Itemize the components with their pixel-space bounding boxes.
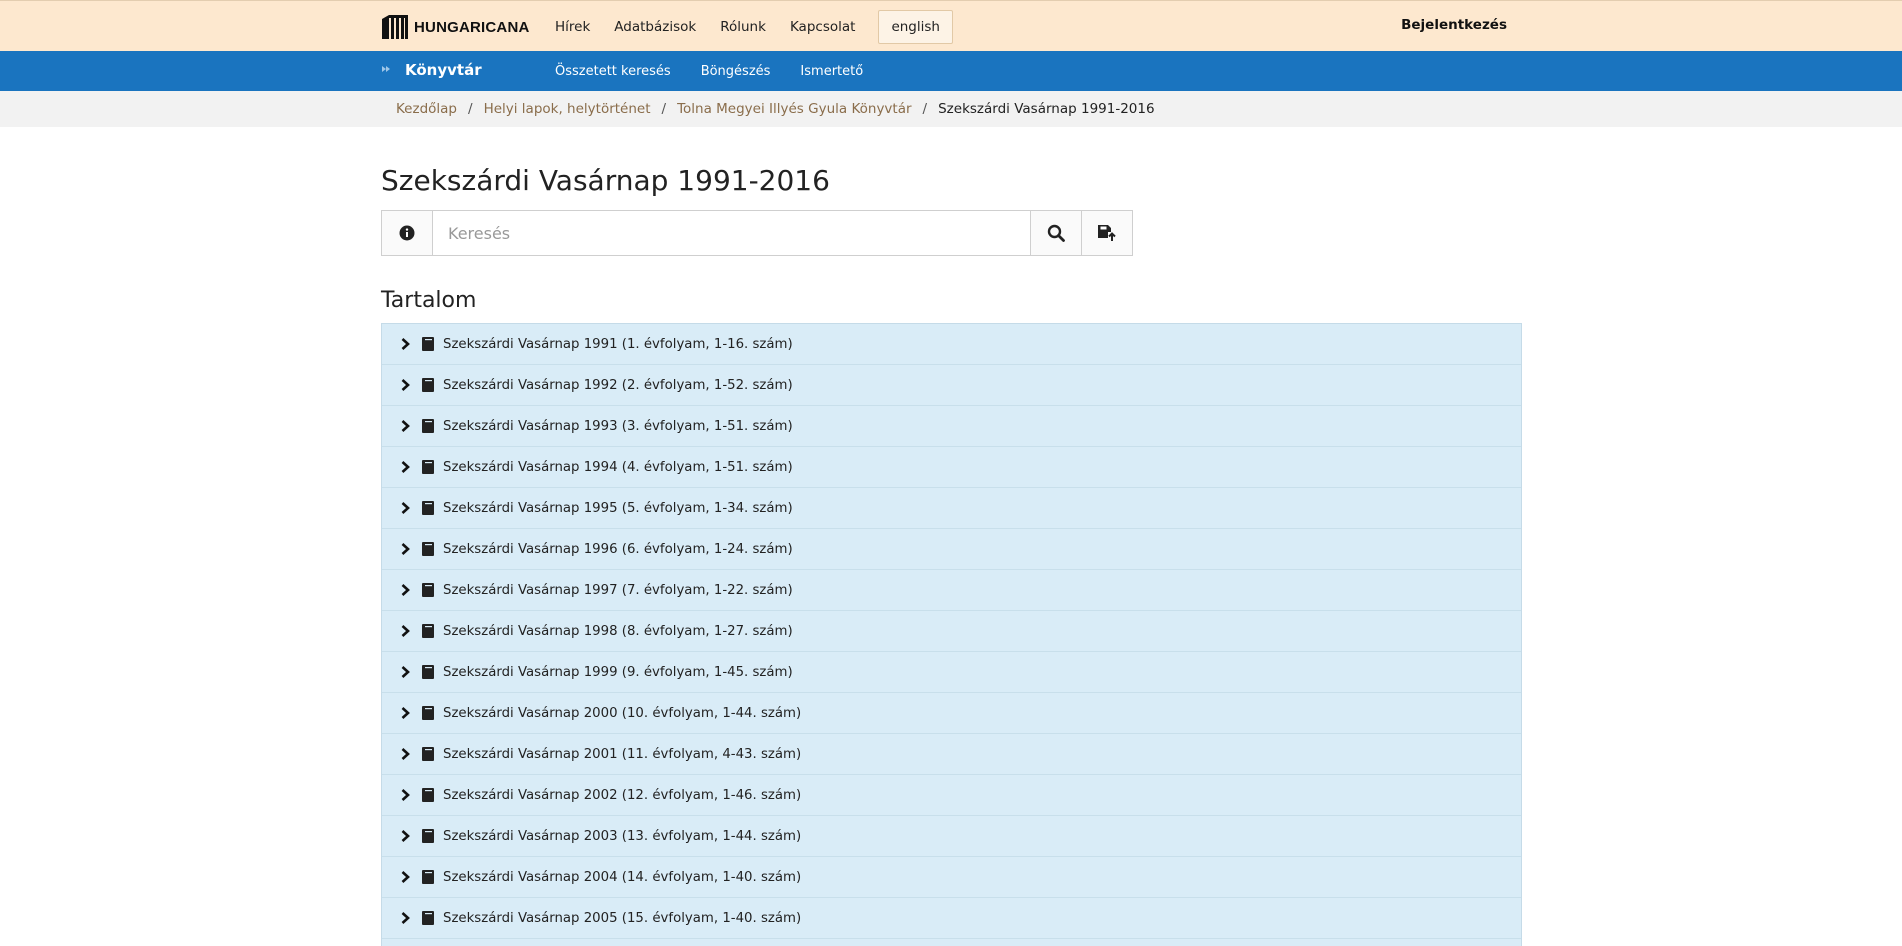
search-bar — [381, 210, 1133, 256]
search-input[interactable] — [433, 211, 1030, 255]
book-icon — [422, 542, 434, 556]
top-header: HUNGARICANA Hírek Adatbázisok Rólunk Kap… — [0, 0, 1902, 51]
chevron-right-icon[interactable] — [401, 870, 412, 884]
chevron-right-icon[interactable] — [401, 583, 412, 597]
content-list: Szekszárdi Vasárnap 1991 (1. évfolyam, 1… — [381, 323, 1522, 946]
book-icon — [422, 419, 434, 433]
breadcrumb-home[interactable]: Kezdőlap — [396, 101, 457, 117]
chevron-right-icon[interactable] — [401, 829, 412, 843]
chevron-right-icon[interactable] — [401, 419, 412, 433]
list-item-label[interactable]: Szekszárdi Vasárnap 1993 (3. évfolyam, 1… — [443, 419, 793, 434]
book-icon — [422, 870, 434, 884]
book-icon — [422, 788, 434, 802]
info-icon — [399, 225, 415, 241]
nav-kapcsolat[interactable]: Kapcsolat — [778, 17, 868, 37]
nav-about[interactable]: Ismertető — [785, 64, 878, 79]
book-icon — [422, 747, 434, 761]
list-item[interactable]: Szekszárdi Vasárnap 1995 (5. évfolyam, 1… — [382, 488, 1521, 529]
list-item-label[interactable]: Szekszárdi Vasárnap 1995 (5. évfolyam, 1… — [443, 501, 793, 516]
hungaricana-logo-icon — [382, 15, 408, 39]
list-item-label[interactable]: Szekszárdi Vasárnap 2002 (12. évfolyam, … — [443, 788, 801, 803]
nav-browse[interactable]: Böngészés — [686, 64, 786, 79]
book-icon — [422, 829, 434, 843]
chevron-right-icon[interactable] — [401, 747, 412, 761]
home-logo-link[interactable]: HUNGARICANA — [381, 14, 530, 40]
section-bar: Könyvtár Összetett keresés Böngészés Ism… — [0, 51, 1902, 91]
breadcrumb-separator: / — [922, 101, 928, 117]
list-item-label[interactable]: Szekszárdi Vasárnap 2000 (10. évfolyam, … — [443, 706, 801, 721]
section-title[interactable]: Könyvtár — [405, 61, 482, 79]
breadcrumb-library[interactable]: Tolna Megyei Illyés Gyula Könyvtár — [677, 101, 911, 117]
list-item[interactable]: Szekszárdi Vasárnap 1996 (6. évfolyam, 1… — [382, 529, 1521, 570]
list-item[interactable]: Szekszárdi Vasárnap 1998 (8. évfolyam, 1… — [382, 611, 1521, 652]
search-icon — [1047, 224, 1065, 242]
list-item-label[interactable]: Szekszárdi Vasárnap 1998 (8. évfolyam, 1… — [443, 624, 793, 639]
chevron-right-icon[interactable] — [401, 501, 412, 515]
language-switch-button[interactable]: english — [878, 9, 953, 44]
chevron-right-icon[interactable] — [401, 788, 412, 802]
book-icon — [422, 624, 434, 638]
logo-text: HUNGARICANA — [414, 18, 530, 36]
list-item-label[interactable]: Szekszárdi Vasárnap 1999 (9. évfolyam, 1… — [443, 665, 793, 680]
breadcrumb-current: Szekszárdi Vasárnap 1991-2016 — [938, 101, 1155, 117]
breadcrumb-bar: Kezdőlap / Helyi lapok, helytörténet / T… — [0, 91, 1902, 127]
list-item-label[interactable]: Szekszárdi Vasárnap 1994 (4. évfolyam, 1… — [443, 460, 793, 475]
book-icon — [422, 583, 434, 597]
list-item[interactable]: Szekszárdi Vasárnap 2001 (11. évfolyam, … — [382, 734, 1521, 775]
nav-adatbazisok[interactable]: Adatbázisok — [602, 17, 708, 37]
book-icon — [422, 911, 434, 925]
book-icon — [422, 501, 434, 515]
search-button[interactable] — [1030, 211, 1081, 255]
list-item[interactable]: Szekszárdi Vasárnap 1999 (9. évfolyam, 1… — [382, 652, 1521, 693]
list-item[interactable]: Szekszárdi Vasárnap 1991 (1. évfolyam, 1… — [382, 324, 1521, 365]
breadcrumb-separator: / — [661, 101, 667, 117]
list-item[interactable]: Szekszárdi Vasárnap 2004 (14. évfolyam, … — [382, 857, 1521, 898]
breadcrumb-separator: / — [468, 101, 473, 117]
chevron-right-icon[interactable] — [401, 378, 412, 392]
login-link[interactable]: Bejelentkezés — [1401, 17, 1507, 33]
content-heading: Tartalom — [381, 288, 477, 313]
list-item-label[interactable]: Szekszárdi Vasárnap 1997 (7. évfolyam, 1… — [443, 583, 793, 598]
book-icon — [422, 337, 434, 351]
section-arrow-icon — [381, 64, 391, 77]
page-title: Szekszárdi Vasárnap 1991-2016 — [381, 164, 830, 197]
list-item-label[interactable]: Szekszárdi Vasárnap 2001 (11. évfolyam, … — [443, 747, 801, 762]
save-search-button[interactable] — [1081, 211, 1132, 255]
book-icon — [422, 706, 434, 720]
list-item[interactable]: Szekszárdi Vasárnap 1994 (4. évfolyam, 1… — [382, 447, 1521, 488]
chevron-right-icon[interactable] — [401, 542, 412, 556]
list-item[interactable]: Szekszárdi Vasárnap 2005 (15. évfolyam, … — [382, 898, 1521, 939]
list-item[interactable]: Szekszárdi Vasárnap 1993 (3. évfolyam, 1… — [382, 406, 1521, 447]
book-icon — [422, 378, 434, 392]
info-button[interactable] — [382, 211, 433, 255]
chevron-right-icon[interactable] — [401, 911, 412, 925]
list-item-label[interactable]: Szekszárdi Vasárnap 2003 (13. évfolyam, … — [443, 829, 801, 844]
breadcrumb: Kezdőlap / Helyi lapok, helytörténet / T… — [396, 91, 1155, 127]
list-item-label[interactable]: Szekszárdi Vasárnap 1992 (2. évfolyam, 1… — [443, 378, 793, 393]
list-item-partial — [382, 939, 1521, 946]
section-nav: Összetett keresés Böngészés Ismertető — [540, 51, 878, 91]
list-item-label[interactable]: Szekszárdi Vasárnap 1991 (1. évfolyam, 1… — [443, 337, 793, 352]
list-item[interactable]: Szekszárdi Vasárnap 2000 (10. évfolyam, … — [382, 693, 1521, 734]
book-icon — [422, 460, 434, 474]
main-nav: Hírek Adatbázisok Rólunk Kapcsolat engli… — [543, 1, 953, 52]
chevron-right-icon[interactable] — [401, 624, 412, 638]
save-search-icon — [1098, 225, 1116, 241]
chevron-right-icon[interactable] — [401, 337, 412, 351]
breadcrumb-local-papers[interactable]: Helyi lapok, helytörténet — [484, 101, 651, 117]
nav-advanced-search[interactable]: Összetett keresés — [540, 64, 686, 79]
nav-rolunk[interactable]: Rólunk — [708, 17, 778, 37]
list-item[interactable]: Szekszárdi Vasárnap 1997 (7. évfolyam, 1… — [382, 570, 1521, 611]
list-item[interactable]: Szekszárdi Vasárnap 2002 (12. évfolyam, … — [382, 775, 1521, 816]
chevron-right-icon[interactable] — [401, 665, 412, 679]
list-item-label[interactable]: Szekszárdi Vasárnap 1996 (6. évfolyam, 1… — [443, 542, 793, 557]
chevron-right-icon[interactable] — [401, 706, 412, 720]
list-item[interactable]: Szekszárdi Vasárnap 2003 (13. évfolyam, … — [382, 816, 1521, 857]
nav-hirek[interactable]: Hírek — [543, 17, 602, 37]
list-item-label[interactable]: Szekszárdi Vasárnap 2005 (15. évfolyam, … — [443, 911, 801, 926]
chevron-right-icon[interactable] — [401, 460, 412, 474]
book-icon — [422, 665, 434, 679]
list-item-label[interactable]: Szekszárdi Vasárnap 2004 (14. évfolyam, … — [443, 870, 801, 885]
list-item[interactable]: Szekszárdi Vasárnap 1992 (2. évfolyam, 1… — [382, 365, 1521, 406]
